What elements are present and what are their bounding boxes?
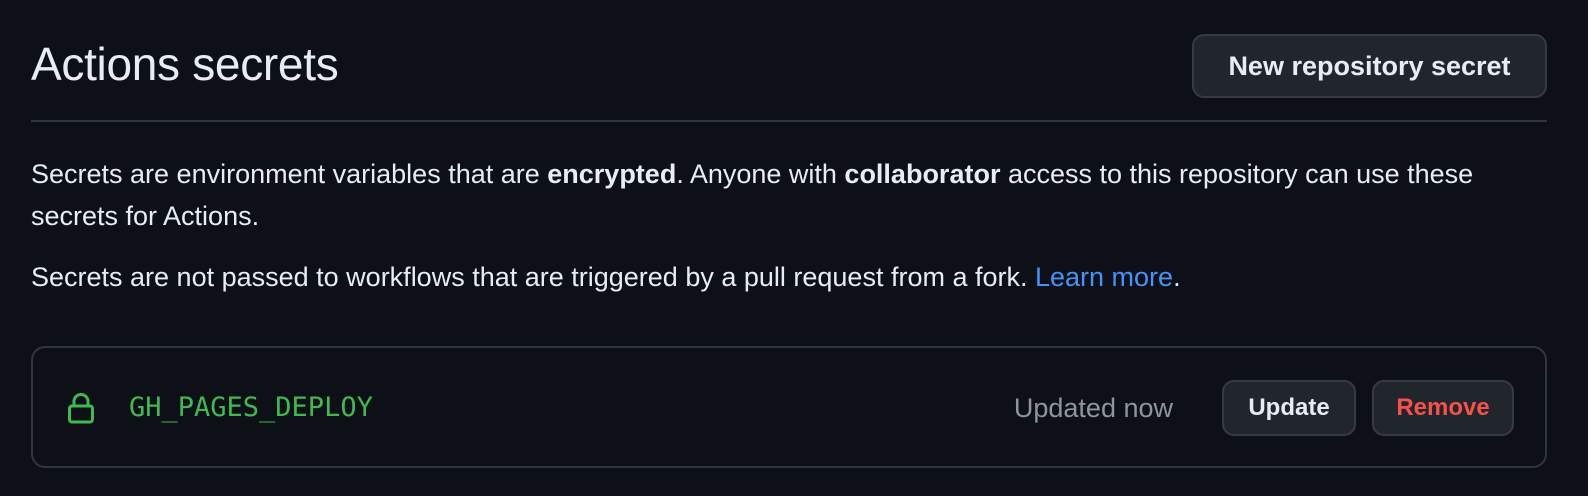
learn-more-link[interactable]: Learn more: [1035, 262, 1173, 292]
update-secret-button[interactable]: Update: [1222, 380, 1356, 436]
description-text: Secrets are environment variables that a…: [31, 159, 548, 189]
secret-updated-time: Updated now: [1013, 393, 1173, 423]
lock-icon: [67, 392, 95, 424]
collaborator-emphasis: collaborator: [844, 159, 1001, 189]
fork-notice-period: .: [1173, 262, 1181, 292]
remove-secret-button[interactable]: Remove: [1372, 380, 1514, 436]
actions-secrets-page: Actions secrets New repository secret Se…: [0, 0, 1588, 496]
secret-name: GH_PAGES_DEPLOY: [129, 392, 373, 423]
page-title: Actions secrets: [31, 38, 339, 90]
fork-notice: Secrets are not passed to workflows that…: [31, 256, 1531, 298]
secrets-list: GH_PAGES_DEPLOY Updated now Update Remov…: [31, 346, 1547, 468]
fork-notice-text: Secrets are not passed to workflows that…: [31, 262, 1035, 292]
page-header: Actions secrets New repository secret: [31, 0, 1547, 122]
secrets-description: Secrets are environment variables that a…: [31, 153, 1531, 237]
description-text: . Anyone with: [676, 159, 845, 189]
secret-row: GH_PAGES_DEPLOY Updated now Update Remov…: [33, 348, 1545, 466]
encrypted-emphasis: encrypted: [547, 159, 677, 189]
new-repository-secret-button[interactable]: New repository secret: [1192, 34, 1547, 98]
